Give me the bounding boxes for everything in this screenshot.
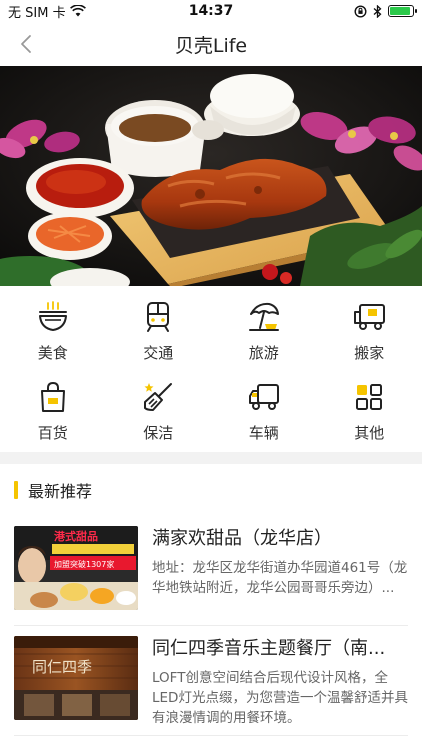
- truck-icon: [248, 384, 279, 410]
- shop-name: 满家欢甜品（龙华店）: [152, 528, 332, 549]
- train-icon: [147, 302, 170, 332]
- dessert-ad-image: 港式甜品 加盟突破1307家: [14, 526, 138, 610]
- shop-thumbnail: 同仁四季: [14, 636, 138, 720]
- thumb-title-text: 港式甜品: [54, 529, 98, 543]
- category-label: 百货: [37, 424, 68, 442]
- page-title: 贝壳Life: [174, 34, 248, 57]
- beach-umbrella-icon: [248, 302, 279, 331]
- category-label: 车辆: [248, 424, 279, 442]
- category-transport[interactable]: 交通: [106, 294, 212, 374]
- carrier-label: 无 SIM 卡: [8, 5, 66, 21]
- status-right: [354, 4, 417, 18]
- category-label: 美食: [37, 344, 68, 362]
- status-left: 无 SIM 卡: [8, 2, 86, 21]
- shop-info: 满家欢甜品（龙华店） 地址：龙华区龙华街道办华园道461号（龙华地铁站附近，龙华…: [152, 526, 408, 598]
- shop-list-item[interactable]: 港式甜品 加盟突破1307家 满家欢甜品（龙华店） 地址：龙华区龙华街道办华园道…: [14, 516, 408, 626]
- shop-description: LOFT创意空间结合后现代设计风格，全LED灯光点缀，为您营造一个温馨舒适并具有…: [152, 670, 408, 726]
- section-divider: [0, 452, 422, 464]
- category-label: 保洁: [143, 424, 174, 442]
- section-title: 最新推荐: [28, 482, 93, 501]
- section-header: 最新推荐: [0, 464, 422, 516]
- status-bar: 无 SIM 卡 14:37: [0, 0, 422, 22]
- category-grid: 美食 交通 旅游 搬家 百货 保洁 车辆 其他: [0, 286, 422, 452]
- broom-icon: [144, 383, 173, 411]
- thumb-promo-text: 加盟突破1307家: [54, 559, 114, 569]
- back-button[interactable]: [12, 30, 40, 58]
- shop-info: 同仁四季音乐主题餐厅（南... LOFT创意空间结合后现代设计风格，全LED灯光…: [152, 636, 408, 728]
- category-moving[interactable]: 搬家: [317, 294, 422, 374]
- shopping-bag-icon: [40, 381, 65, 412]
- banner-image[interactable]: [0, 66, 422, 286]
- category-other[interactable]: 其他: [317, 374, 422, 454]
- category-label: 旅游: [248, 344, 279, 362]
- category-vehicles[interactable]: 车辆: [211, 374, 317, 454]
- thumb-store-name: 同仁四季: [32, 658, 92, 676]
- category-department-store[interactable]: 百货: [0, 374, 106, 454]
- category-travel[interactable]: 旅游: [211, 294, 317, 374]
- category-label: 搬家: [354, 344, 385, 362]
- section-accent-bar: [14, 481, 18, 499]
- shop-name: 同仁四季音乐主题餐厅（南...: [152, 638, 386, 659]
- category-food[interactable]: 美食: [0, 294, 106, 374]
- nav-bar: 贝壳Life: [0, 22, 422, 66]
- moving-truck-icon: [354, 304, 386, 330]
- category-cleaning[interactable]: 保洁: [106, 374, 212, 454]
- category-label: 其他: [354, 424, 385, 442]
- shop-thumbnail: 港式甜品 加盟突破1307家: [14, 526, 138, 610]
- shop-list-item[interactable]: 同仁四季 同仁四季音乐主题餐厅（南... LOFT创意空间结合后现代设计风格，全…: [14, 626, 408, 736]
- orientation-lock-icon: [354, 4, 367, 18]
- battery-level: [390, 7, 410, 15]
- grid-icon: [356, 384, 383, 410]
- bluetooth-icon: [373, 4, 382, 18]
- battery-icon: [388, 5, 417, 17]
- banner-food-illustration: [0, 66, 422, 286]
- wifi-icon: [69, 5, 86, 17]
- shop-description: 地址：龙华区龙华街道办华园道461号（龙华地铁站附近，龙华公园哥哥乐旁边）...: [152, 560, 408, 596]
- restaurant-storefront-image: 同仁四季: [14, 636, 138, 720]
- chevron-left-icon: [21, 35, 31, 53]
- category-label: 交通: [143, 344, 174, 362]
- food-bowl-icon: [38, 301, 67, 331]
- shop-list: 港式甜品 加盟突破1307家 满家欢甜品（龙华店） 地址：龙华区龙华街道办华园道…: [0, 516, 422, 736]
